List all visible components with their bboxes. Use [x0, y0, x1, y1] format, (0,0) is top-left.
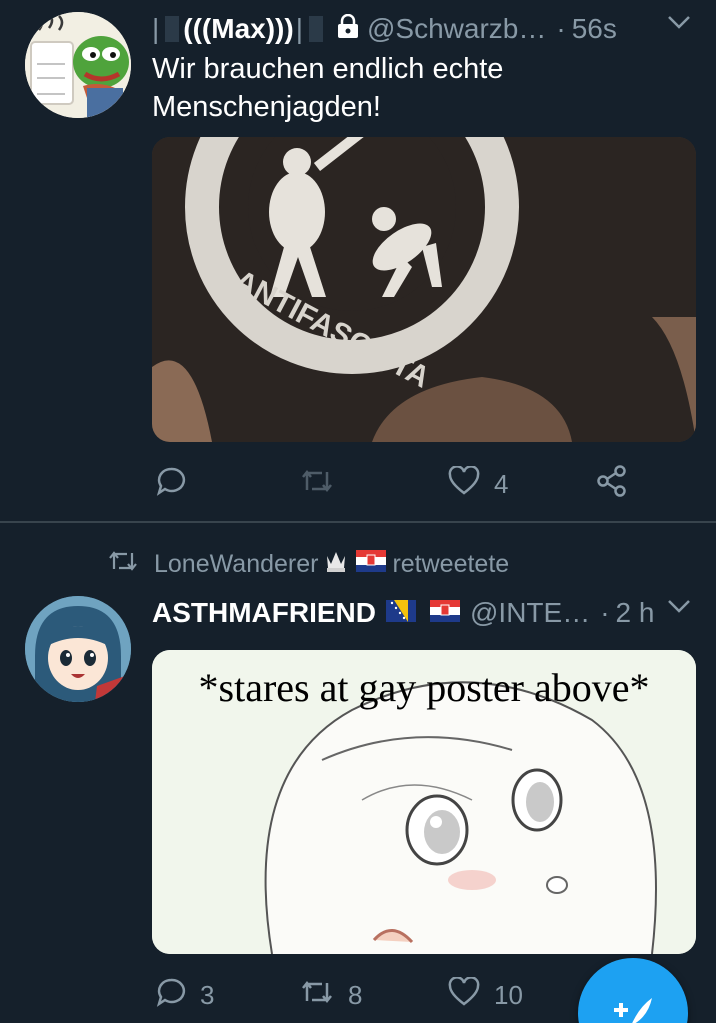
tweet-header: ASTHMAFRIEND @INTE… · 2 h — [152, 594, 696, 632]
retweet-button[interactable] — [300, 468, 348, 501]
compose-icon — [608, 988, 658, 1023]
tweet[interactable]: | (((Max))) | @Schwarzb… · 56s Wir brauc… — [0, 0, 716, 521]
separator: · — [556, 13, 566, 44]
tweet-media[interactable]: ANTIFASCISTA — [152, 137, 696, 442]
reply-count: 3 — [200, 979, 215, 1010]
crown-emoji — [324, 548, 348, 581]
retweet-icon — [108, 550, 138, 579]
display-name[interactable]: (((Max))) — [183, 13, 293, 45]
retweet-icon — [300, 468, 334, 501]
timestamp[interactable]: 56s — [572, 13, 617, 45]
retweet-button[interactable]: 8 — [300, 979, 362, 1012]
avatar[interactable] — [25, 12, 131, 118]
share-button[interactable] — [596, 464, 628, 504]
retweet-icon — [300, 979, 334, 1012]
media-image: ANTIFASCISTA — [152, 137, 696, 442]
like-count: 10 — [494, 979, 523, 1010]
tweet-header: | (((Max))) | @Schwarzb… · 56s — [152, 10, 696, 48]
timestamp[interactable]: 2 h — [616, 597, 655, 629]
reply-icon — [156, 466, 186, 503]
like-icon — [448, 975, 480, 1014]
name-decoration: | — [152, 13, 160, 44]
tweet-media[interactable]: *stares at gay poster above* — [152, 650, 696, 954]
retweeter-name[interactable]: LoneWanderer — [154, 550, 318, 579]
reply-button[interactable]: 3 — [156, 977, 214, 1014]
handle[interactable]: @INTE… — [470, 597, 590, 629]
media-caption: *stares at gay poster above* — [198, 665, 650, 710]
retweet-label: retweetete — [392, 549, 510, 578]
retweet-banner[interactable]: LoneWanderer retweetete — [108, 546, 688, 582]
reply-icon — [156, 977, 186, 1014]
reply-button[interactable] — [156, 466, 200, 503]
lock-icon — [337, 13, 359, 45]
flag-emoji — [308, 16, 323, 42]
croatia-flag-icon — [430, 597, 460, 629]
bosnia-flag-icon — [386, 597, 416, 629]
name-decoration: | — [295, 13, 303, 44]
compose-tweet-button[interactable] — [578, 958, 688, 1023]
tweet-divider — [0, 521, 716, 523]
avatar[interactable] — [25, 596, 131, 702]
like-icon — [448, 464, 480, 503]
retweet-count: 8 — [348, 979, 363, 1010]
tweet-actions: 4 — [152, 464, 692, 504]
croatia-flag-icon — [356, 549, 387, 579]
tweet-text: Wir brauchen endlich echte Menschenjagde… — [152, 53, 504, 123]
like-button[interactable]: 4 — [448, 464, 509, 503]
avatar-image — [25, 12, 131, 118]
share-icon — [596, 464, 628, 504]
handle[interactable]: @Schwarzb… — [367, 13, 546, 45]
timeline-feed: | (((Max))) | @Schwarzb… · 56s Wir brauc… — [0, 0, 716, 1023]
display-name[interactable]: ASTHMAFRIEND — [152, 597, 376, 629]
chevron-down-icon[interactable] — [666, 598, 692, 619]
flag-emoji — [165, 16, 180, 42]
like-button[interactable]: 10 — [448, 975, 523, 1014]
chevron-down-icon[interactable] — [666, 14, 692, 35]
separator: · — [600, 597, 610, 628]
like-count: 4 — [494, 468, 509, 499]
avatar-image — [25, 596, 131, 702]
